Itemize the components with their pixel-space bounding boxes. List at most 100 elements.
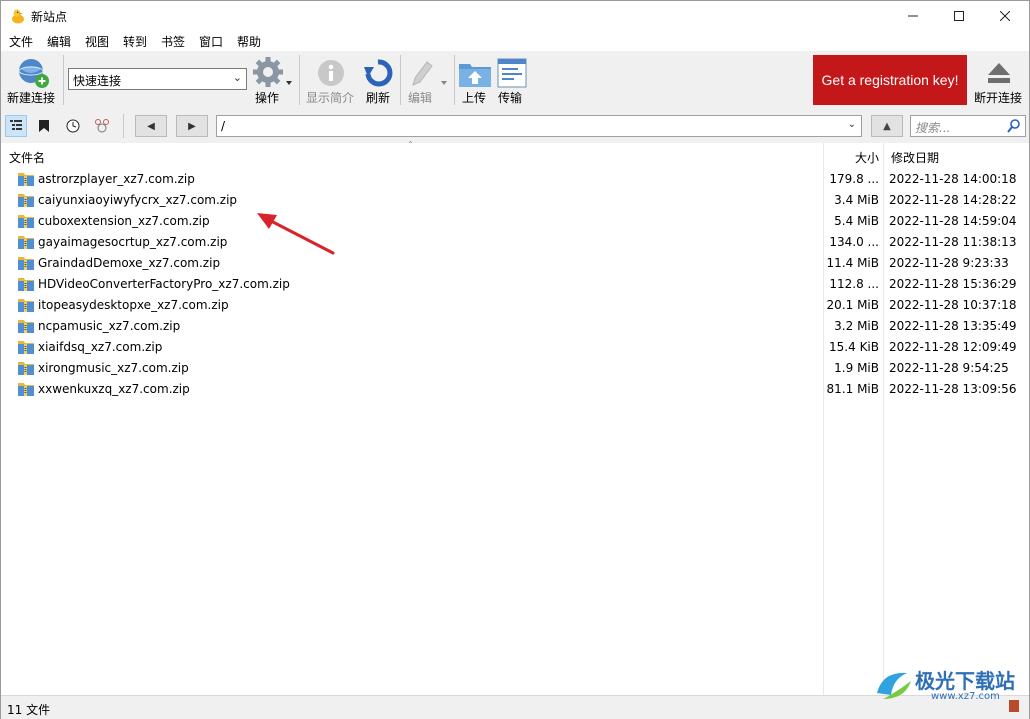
upload-label: 上传 xyxy=(462,91,487,105)
back-button[interactable]: ◀ xyxy=(135,115,167,137)
path-select[interactable]: / ⌄ xyxy=(216,115,862,137)
tree-view-icon xyxy=(10,120,22,130)
minimize-button[interactable] xyxy=(890,1,936,31)
file-list[interactable]: 文件名 ˆ 大小 修改日期 astrorzplayer_xz7.com.zip 1… xyxy=(1,141,1029,695)
file-row[interactable]: xirongmusic_xz7.com.zip 1.9 MiB 2022-11-28… xyxy=(1,358,1029,379)
file-name: HDVideoConverterFactoryPro_xz7.com.zip xyxy=(38,277,290,291)
file-modified: 2022-11-28 9:23:33 xyxy=(889,256,1009,270)
menu-go[interactable]: 转到 xyxy=(123,33,147,50)
forward-button[interactable]: ▶ xyxy=(176,115,208,137)
pencil-icon xyxy=(412,61,447,86)
file-row[interactable]: GraindadDemoxe_xz7.com.zip 11.4 MiB 2022-1… xyxy=(1,253,1029,274)
zip-archive-icon xyxy=(18,256,34,270)
file-modified: 2022-11-28 10:37:18 xyxy=(889,298,1017,312)
file-size: 3.4 MiB xyxy=(834,193,879,207)
info-button[interactable]: 显示简介 xyxy=(305,55,357,107)
upload-folder-icon xyxy=(459,64,491,87)
file-modified: 2022-11-28 9:54:25 xyxy=(889,361,1009,375)
menu-help[interactable]: 帮助 xyxy=(237,33,261,50)
zip-archive-icon xyxy=(18,319,34,333)
file-name: xxwenkuxzq_xz7.com.zip xyxy=(38,382,190,396)
arrow-up-icon: ▲ xyxy=(883,120,891,132)
menu-bar: 文件 编辑 视图 转到 书签 窗口 帮助 xyxy=(1,31,1029,51)
menu-bookmarks[interactable]: 书签 xyxy=(161,33,185,50)
quick-connect-select[interactable]: 快速连接 ⌄ xyxy=(68,68,247,90)
close-icon xyxy=(1000,11,1010,21)
file-row[interactable]: ncpamusic_xz7.com.zip 3.2 MiB 2022-11-28 1… xyxy=(1,316,1029,337)
action-button[interactable]: 操作 xyxy=(251,55,295,107)
watermark-url: www.xz7.com xyxy=(931,691,1000,702)
clock-icon xyxy=(66,119,80,133)
file-modified: 2022-11-28 13:09:56 xyxy=(889,382,1017,396)
file-modified: 2022-11-28 14:28:22 xyxy=(889,193,1017,207)
file-row[interactable]: xiaifdsq_xz7.com.zip 15.4 KiB 2022-11-28 1… xyxy=(1,337,1029,358)
file-row[interactable]: gayaimagesocrtup_xz7.com.zip 134.0 ... 202… xyxy=(1,232,1029,253)
search-icon xyxy=(1007,119,1020,133)
parent-directory-button[interactable]: ▲ xyxy=(871,115,903,137)
file-size: 11.4 MiB xyxy=(826,256,879,270)
file-size: 134.0 ... xyxy=(829,235,879,249)
registration-key-button[interactable]: Get a registration key! xyxy=(813,55,967,105)
menu-edit[interactable]: 编辑 xyxy=(47,33,71,50)
zip-archive-icon xyxy=(18,235,34,249)
disconnect-button[interactable]: 断开连接 xyxy=(973,55,1025,107)
history-view-button[interactable] xyxy=(62,115,84,137)
file-modified: 2022-11-28 12:09:49 xyxy=(889,340,1017,354)
menu-view[interactable]: 视图 xyxy=(85,33,109,50)
aurora-logo-icon xyxy=(877,672,911,699)
refresh-button[interactable]: 刷新 xyxy=(361,55,395,107)
transfers-window-icon xyxy=(497,58,527,88)
chevron-down-icon: ⌄ xyxy=(847,119,856,130)
file-modified: 2022-11-28 13:35:49 xyxy=(889,319,1017,333)
edit-label: 编辑 xyxy=(408,91,433,105)
edit-button[interactable]: 编辑 xyxy=(405,55,453,107)
file-row[interactable]: xxwenkuxzq_xz7.com.zip 81.1 MiB 2022-11-28… xyxy=(1,379,1029,400)
bonjour-view-button[interactable] xyxy=(91,115,113,137)
transfers-label: 传输 xyxy=(498,91,523,105)
search-field[interactable]: 搜索... xyxy=(910,115,1026,137)
annotation-arrow xyxy=(257,213,335,255)
menu-window[interactable]: 窗口 xyxy=(199,33,223,50)
file-row[interactable]: cuboxextension_xz7.com.zip 5.4 MiB 2022-11… xyxy=(1,211,1029,232)
upload-button[interactable]: 上传 xyxy=(458,55,492,107)
status-text: 11 文件 xyxy=(7,703,51,717)
app-window: 新站点 文件 编辑 视图 转到 书签 窗口 帮助 新建连接 快速连接 ⌄ 操作 … xyxy=(0,0,1030,719)
file-row[interactable]: astrorzplayer_xz7.com.zip 179.8 ... 2022-1… xyxy=(1,169,1029,190)
maximize-button[interactable] xyxy=(936,1,982,31)
file-modified: 2022-11-28 14:59:04 xyxy=(889,214,1017,228)
transfers-button[interactable]: 传输 xyxy=(495,55,529,107)
bookmarks-view-button[interactable] xyxy=(33,115,55,137)
file-name: xiaifdsq_xz7.com.zip xyxy=(38,340,163,354)
globe-add-icon xyxy=(18,59,49,88)
file-size: 3.2 MiB xyxy=(834,319,879,333)
browser-view-button[interactable] xyxy=(5,115,27,137)
gear-icon xyxy=(253,57,292,87)
eject-icon xyxy=(988,63,1010,83)
toolbar: 新建连接 快速连接 ⌄ 操作 显示简介 刷新 编辑 上传 传输 Get a re… xyxy=(1,51,1029,109)
menu-file[interactable]: 文件 xyxy=(9,33,33,50)
watermark-logo: 极光下载站 www.xz7.com xyxy=(873,665,1023,705)
toolbar-separator xyxy=(299,55,300,105)
file-size: 20.1 MiB xyxy=(826,298,879,312)
file-row[interactable]: HDVideoConverterFactoryPro_xz7.com.zip 11… xyxy=(1,274,1029,295)
file-name: ncpamusic_xz7.com.zip xyxy=(38,319,181,333)
file-size: 179.8 ... xyxy=(829,172,879,186)
bookmark-icon xyxy=(39,120,49,132)
file-size: 1.9 MiB xyxy=(834,361,879,375)
chevron-down-icon: ⌄ xyxy=(232,71,242,84)
close-button[interactable] xyxy=(982,1,1028,31)
file-row[interactable]: itopeasydesktopxe_xz7.com.zip 20.1 MiB 202… xyxy=(1,295,1029,316)
minimize-icon xyxy=(908,15,918,17)
nav-separator xyxy=(123,114,124,138)
duck-app-icon xyxy=(12,9,24,24)
zip-archive-icon xyxy=(18,214,34,228)
file-size: 5.4 MiB xyxy=(834,214,879,228)
file-row[interactable]: caiyunxiaoyiwyfycrx_xz7.com.zip 3.4 MiB 20… xyxy=(1,190,1029,211)
new-connection-button[interactable]: 新建连接 xyxy=(5,55,59,107)
file-name: itopeasydesktopxe_xz7.com.zip xyxy=(38,298,229,312)
maximize-icon xyxy=(954,11,964,21)
zip-archive-icon xyxy=(18,277,34,291)
zip-archive-icon xyxy=(18,193,34,207)
action-label: 操作 xyxy=(255,91,280,105)
disconnect-label: 断开连接 xyxy=(974,91,1023,105)
